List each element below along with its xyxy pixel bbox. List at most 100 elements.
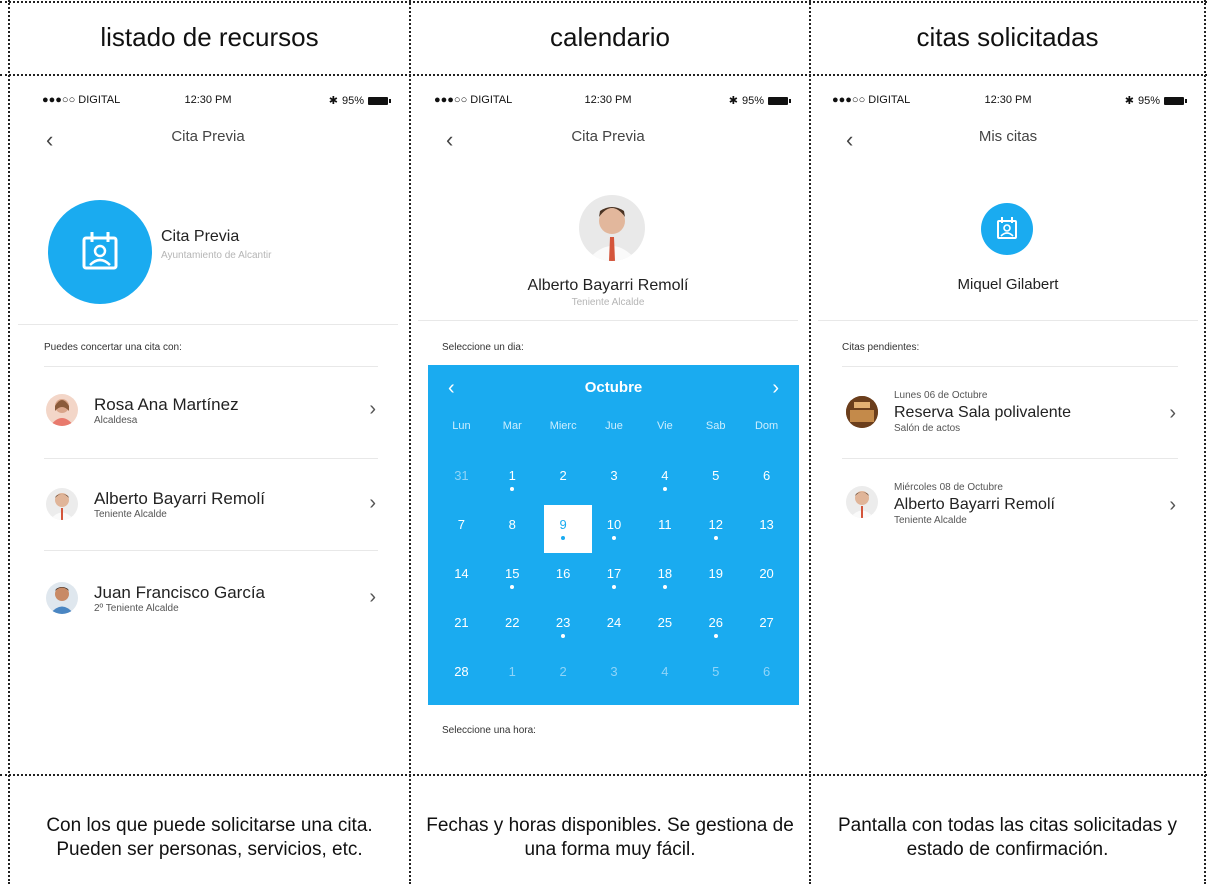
appointment-date: Lunes 06 de Octubre: [894, 390, 988, 401]
calendar-day[interactable]: 24: [589, 603, 640, 652]
calendar-day[interactable]: 25: [639, 603, 690, 652]
column-title-calendar: calendario: [550, 21, 670, 52]
resource-item-rosa[interactable]: Rosa Ana Martínez Alcaldesa ›: [18, 370, 398, 458]
grid-border-right: [1204, 0, 1206, 884]
battery-indicator: ✱ 95%: [728, 94, 791, 107]
day-number: 11: [658, 517, 672, 532]
calendar-day: 6: [741, 652, 792, 701]
calendar-day[interactable]: 27: [741, 603, 792, 652]
avatar: [846, 486, 878, 518]
calendar-day[interactable]: 5: [690, 456, 741, 505]
resource-item-alberto[interactable]: Alberto Bayarri Remolí Teniente Alcalde …: [18, 462, 398, 550]
header-title: Cita Previa: [161, 228, 240, 245]
caption-calendar: Fechas y horas disponibles. Se gestiona …: [426, 815, 794, 860]
grid-border-left: [8, 0, 10, 884]
calendar-day[interactable]: 28: [436, 652, 487, 701]
day-number: 23: [555, 615, 571, 630]
calendar-day[interactable]: 7: [436, 505, 487, 554]
calendar-day: 2: [538, 652, 589, 701]
appointment-subtitle: Salón de actos: [894, 423, 961, 434]
calendar-day[interactable]: 17: [589, 554, 640, 603]
availability-dot: [611, 536, 616, 540]
resource-name: Rosa Ana Martínez: [94, 395, 239, 414]
divider: [44, 458, 378, 459]
day-number: 4: [661, 468, 669, 483]
back-button[interactable]: ‹: [846, 128, 853, 152]
bluetooth-icon: ✱: [328, 95, 338, 107]
section-label: Citas pendientes:: [842, 342, 920, 353]
day-number: 4: [661, 664, 669, 679]
resource-role: Alcaldesa: [94, 415, 138, 426]
bluetooth-icon: ✱: [1124, 95, 1134, 107]
calendar-day[interactable]: 20: [741, 554, 792, 603]
calendar-day[interactable]: 3: [589, 456, 640, 505]
resource-name: Alberto Bayarri Remolí: [94, 489, 266, 508]
calendar-day[interactable]: 11: [639, 505, 690, 554]
resource-item-juan[interactable]: Juan Francisco García 2º Teniente Alcald…: [18, 554, 398, 642]
chevron-right-icon: ›: [369, 398, 376, 420]
next-month-button[interactable]: ›: [772, 377, 779, 400]
day-number: 16: [555, 566, 571, 581]
calendar: ‹ Octubre › Lun Mar Mierc Jue Vie Sab Dom 31 1 2 3…: [428, 365, 799, 705]
calendar-day[interactable]: 16: [538, 554, 589, 603]
calendar-day[interactable]: 23: [538, 603, 589, 652]
calendar-day[interactable]: 15: [487, 554, 538, 603]
battery-icon: [768, 96, 791, 105]
nav-bar: ‹ Cita Previa: [418, 128, 798, 156]
day-number: 9: [559, 517, 567, 532]
calendar-day[interactable]: 6: [741, 456, 792, 505]
calendar-day[interactable]: 4: [639, 456, 690, 505]
appointment-title: Alberto Bayarri Remolí: [894, 496, 1055, 513]
appointment-item[interactable]: Miércoles 08 de Octubre Alberto Bayarri …: [818, 462, 1198, 550]
calendar-day[interactable]: 19: [690, 554, 741, 603]
calendar-day[interactable]: 12: [690, 505, 741, 554]
day-number: 8: [508, 517, 516, 532]
calendar-day[interactable]: 8: [487, 505, 538, 554]
section-label: Puedes concertar una cita con:: [44, 342, 182, 353]
availability-dot: [510, 585, 515, 589]
battery-indicator: ✱ 95%: [1124, 94, 1187, 107]
calendar-day[interactable]: 10: [589, 505, 640, 554]
calendar-day: 31: [436, 456, 487, 505]
chevron-right-icon: ›: [369, 492, 376, 514]
divider: [842, 366, 1178, 367]
chevron-right-icon: ›: [369, 586, 376, 608]
caption-appointments: Pantalla con todas las citas solicitadas…: [837, 815, 1177, 860]
day-number: 19: [708, 566, 723, 581]
nav-title: Mis citas: [978, 128, 1038, 145]
calendar-day[interactable]: 2: [538, 456, 589, 505]
grid-border-2: [809, 0, 811, 884]
calendar-day-selected[interactable]: 9: [538, 505, 592, 554]
calendar-day[interactable]: 26: [690, 603, 741, 652]
availability-dot: [611, 585, 616, 589]
divider: [418, 320, 798, 321]
day-number: 26: [708, 615, 723, 630]
nav-title: Cita Previa: [171, 128, 245, 145]
back-button[interactable]: ‹: [446, 128, 453, 152]
day-number: 1: [508, 664, 516, 679]
calendar-day[interactable]: 1: [487, 456, 538, 505]
day-number: 17: [606, 566, 622, 581]
availability-dot: [561, 634, 566, 638]
availability-dot: [510, 487, 515, 491]
day-number: 18: [657, 566, 673, 581]
day-number: 12: [708, 517, 723, 532]
grid-border-1: [409, 0, 411, 884]
user-avatar: [981, 203, 1033, 255]
person-photo: [579, 195, 645, 261]
calendar-day[interactable]: 22: [487, 603, 538, 652]
day-number: 24: [606, 615, 622, 630]
back-button[interactable]: ‹: [46, 128, 53, 152]
resource-role: Teniente Alcalde: [94, 509, 167, 520]
calendar-day[interactable]: 18: [639, 554, 690, 603]
battery-indicator: ✱ 95%: [328, 94, 391, 107]
calendar-day[interactable]: 21: [436, 603, 487, 652]
weekday-label: Mar: [502, 420, 522, 432]
battery-label: 95%: [1137, 94, 1160, 107]
calendar-day[interactable]: 13: [741, 505, 792, 554]
weekday-label: Vie: [657, 420, 673, 432]
calendar-day[interactable]: 14: [436, 554, 487, 603]
nav-bar: ‹ Mis citas: [818, 128, 1198, 156]
appointment-item[interactable]: Lunes 06 de Octubre Reserva Sala polival…: [818, 370, 1198, 458]
bluetooth-icon: ✱: [728, 95, 738, 107]
